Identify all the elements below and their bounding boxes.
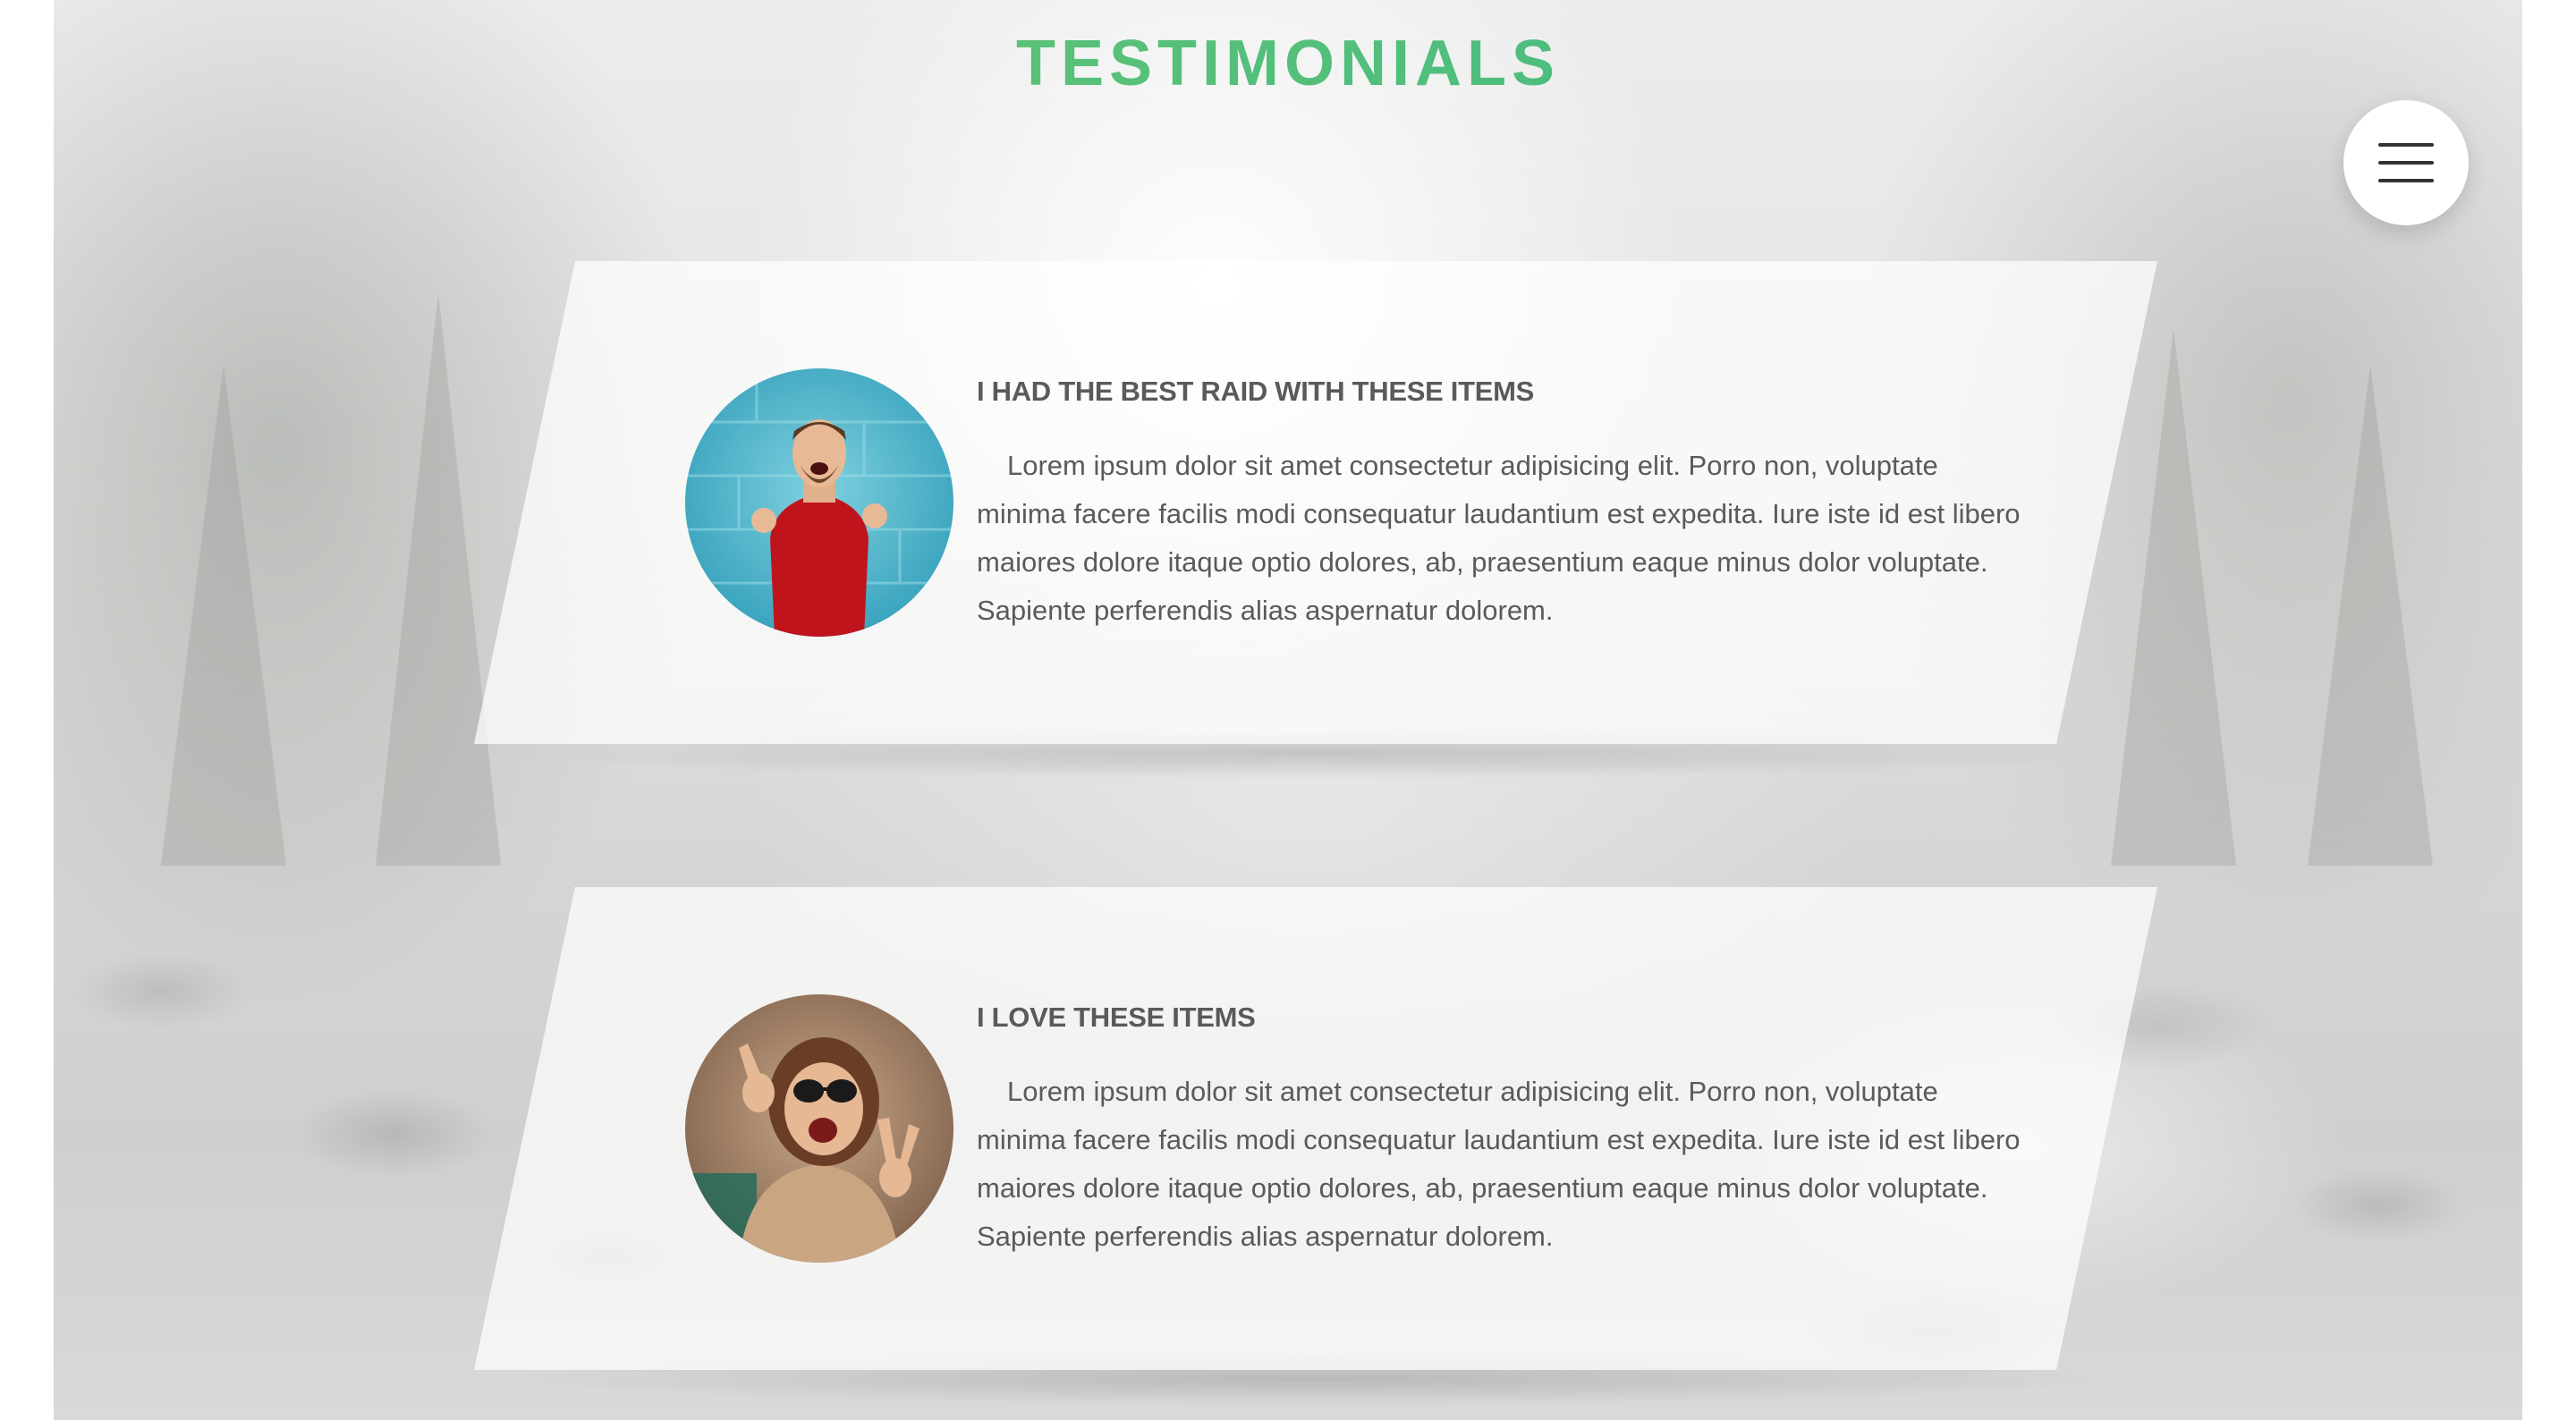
avatar (685, 368, 953, 637)
testimonial-heading: I HAD THE BEST RAID WITH THESE ITEMS (977, 376, 1534, 407)
hamburger-menu-icon-line (2378, 179, 2434, 182)
testimonial-content: I HAD THE BEST RAID WITH THESE ITEMS Lor… (977, 376, 2032, 635)
man-red-sweater-photo (685, 368, 953, 637)
menu-button[interactable] (2343, 100, 2469, 225)
testimonial-content: I LOVE THESE ITEMS Lorem ipsum dolor sit… (977, 1002, 2032, 1261)
testimonial-body: Lorem ipsum dolor sit amet consectetur a… (977, 1076, 2021, 1252)
background-tree (2308, 365, 2433, 866)
page-title: TESTIMONIALS (54, 27, 2522, 100)
hamburger-menu-icon (2378, 143, 2434, 147)
hamburger-menu-icon-line (2378, 161, 2434, 165)
testimonial-card: I HAD THE BEST RAID WITH THESE ITEMS Lor… (474, 261, 2157, 780)
testimonial-heading: I LOVE THESE ITEMS (977, 1002, 1256, 1033)
background-tree (161, 365, 286, 866)
testimonials-section: TESTIMONIALS I HAD THE BEST RAID WITH TH… (54, 0, 2522, 1420)
woman-sunglasses-photo (685, 1035, 919, 1263)
testimonial-card: I LOVE THESE ITEMS Lorem ipsum dolor sit… (474, 887, 2157, 1406)
testimonial-body: Lorem ipsum dolor sit amet consectetur a… (977, 450, 2021, 626)
avatar (685, 994, 953, 1263)
